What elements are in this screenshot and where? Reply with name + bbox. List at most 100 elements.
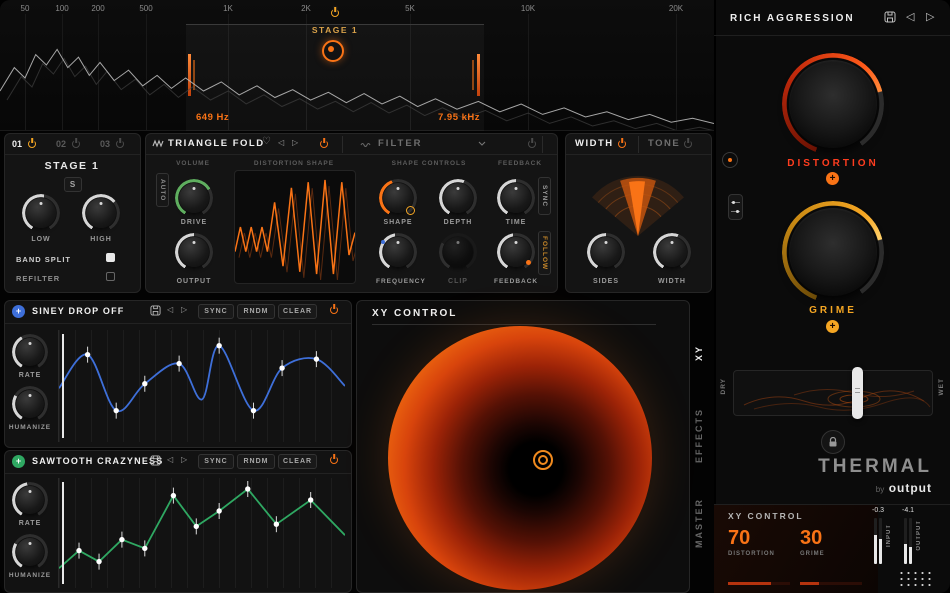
high-crossover-knob[interactable] (86, 198, 116, 228)
xy-heat-pad[interactable] (388, 326, 652, 590)
brand-line: by output (714, 479, 932, 497)
lfo1-save-icon[interactable] (150, 305, 161, 316)
distortion-macro-knob[interactable] (789, 60, 877, 148)
sides-label: SIDES (591, 278, 621, 285)
preset-next-icon[interactable]: ▷ (926, 10, 934, 23)
grime-macro-knob[interactable] (789, 208, 877, 296)
xy-cursor-inner-ring (538, 455, 548, 465)
lfo2-clear-button[interactable]: CLEAR (278, 454, 317, 469)
rail-tab-effects[interactable]: EFFECTS (694, 408, 704, 463)
lfo2-color-badge: + (12, 455, 25, 468)
clip-knob[interactable] (443, 237, 473, 267)
lfo2-name[interactable]: SAWTOOTH CRAZYNESS (32, 456, 163, 466)
sync-toggle[interactable]: SYNC (538, 177, 551, 215)
sides-knob[interactable] (591, 237, 621, 267)
stage-tab-02-power-icon[interactable] (72, 140, 80, 148)
filter-tab-label[interactable]: FILTER (378, 138, 423, 149)
stage-tab-03-power-icon[interactable] (116, 140, 124, 148)
xy-y-param-label: GRIME (800, 551, 825, 557)
lfo1-rate-knob[interactable] (16, 338, 44, 366)
width-tab[interactable]: WIDTH (575, 138, 614, 149)
preset-save-icon[interactable] (884, 11, 896, 23)
lock-button[interactable] (821, 430, 845, 454)
tone-tab[interactable]: TONE (648, 138, 680, 149)
distortion-macro-add-button[interactable]: + (826, 172, 839, 185)
resize-drag-handle-icon[interactable] (898, 570, 934, 588)
xy-x-value[interactable]: 70 (728, 527, 750, 550)
lfo2-sync-button[interactable]: SYNC (198, 454, 234, 469)
lfo2-rate-knob[interactable] (16, 486, 44, 514)
refilter-checkbox[interactable] (106, 272, 115, 281)
follow-toggle[interactable]: FOLLOW (538, 231, 551, 275)
sliders-icon[interactable] (728, 194, 743, 220)
distortion-power-icon[interactable] (320, 140, 328, 148)
lfo2-next-icon[interactable]: ▷ (181, 455, 187, 464)
lfo2-editor[interactable] (58, 478, 345, 588)
module-tab-divider (342, 136, 343, 153)
lfo2-humanize-knob[interactable] (16, 538, 44, 566)
drive-knob[interactable] (179, 183, 209, 213)
tone-power-icon[interactable] (684, 140, 692, 148)
lfo2-rndm-button[interactable]: RNDM (237, 454, 275, 469)
lfo1-editor[interactable] (58, 330, 345, 442)
xy-y-value[interactable]: 30 (800, 527, 822, 550)
distortion-macro-label: DISTORTION (773, 158, 893, 169)
grime-macro-add-button[interactable]: + (826, 320, 839, 333)
distortion-module-title[interactable]: TRIANGLE FOLD (168, 138, 265, 149)
lfo1-power-icon[interactable] (330, 306, 338, 314)
frequency-knob[interactable] (383, 237, 413, 267)
lfo1-clear-button[interactable]: CLEAR (278, 304, 317, 319)
lfo1-humanize-knob[interactable] (16, 390, 44, 418)
stage-tab-02[interactable]: 02 (56, 139, 66, 149)
stage-tab-03[interactable]: 03 (100, 139, 110, 149)
lfo2-power-icon[interactable] (330, 456, 338, 464)
next-shape-icon[interactable]: ▷ (292, 138, 298, 147)
xy-cursor-target[interactable] (533, 450, 553, 470)
lfo2-prev-icon[interactable]: ◁ (167, 455, 173, 464)
shape-label: SHAPE (383, 219, 413, 226)
refilter-label: REFILTER (16, 274, 60, 283)
width-power-icon[interactable] (618, 140, 626, 148)
macro-mod-source-icon[interactable] (722, 152, 738, 168)
width-label: WIDTH (657, 278, 687, 285)
dry-wet-handle[interactable] (852, 367, 863, 419)
bottom-xy-title: XY CONTROL (728, 511, 804, 521)
lfo1-rndm-button[interactable]: RNDM (237, 304, 275, 319)
filter-power-icon[interactable] (528, 140, 536, 148)
preset-name[interactable]: RICH AGGRESSION (730, 13, 855, 24)
stage-tab-01-power-icon[interactable] (28, 140, 36, 148)
lfo1-sync-button[interactable]: SYNC (198, 304, 234, 319)
stage-solo-button[interactable]: S (64, 177, 82, 192)
lfo1-next-icon[interactable]: ▷ (181, 305, 187, 314)
lfo1-humanize-label: HUMANIZE (8, 424, 52, 431)
module-tab-divider (542, 136, 543, 153)
chevron-down-icon[interactable] (478, 141, 486, 146)
xy-x-meter-track (728, 582, 790, 585)
low-crossover-knob[interactable] (26, 198, 56, 228)
rail-tab-xy[interactable]: XY (694, 345, 704, 361)
time-knob[interactable] (501, 183, 531, 213)
stage-title: STAGE 1 (24, 160, 120, 172)
width-fan-visualizer[interactable] (575, 156, 702, 240)
preset-prev-icon[interactable]: ◁ (906, 10, 914, 23)
shape-controls-label: SHAPE CONTROLS (368, 160, 490, 167)
lfo2-save-icon[interactable] (150, 455, 161, 466)
stage-tab-01[interactable]: 01 (12, 139, 22, 149)
dry-wet-slider[interactable] (733, 370, 933, 416)
rail-tab-master[interactable]: MASTER (694, 498, 704, 548)
sync-toggle-label: SYNC (541, 185, 548, 207)
lfo1-prev-icon[interactable]: ◁ (167, 305, 173, 314)
lfo1-name[interactable]: SINEY DROP OFF (32, 306, 124, 316)
auto-gain-toggle[interactable]: AUTO (156, 173, 169, 207)
lfo2-rate-label: RATE (14, 520, 46, 527)
favorite-heart-icon[interactable]: ♡ (262, 136, 271, 147)
dist-output-knob[interactable] (179, 237, 209, 267)
width-knob[interactable] (657, 237, 687, 267)
spectrum-analyzer: 50 100 200 500 1K 2K 5K 10K 20K STAGE 1 … (0, 0, 714, 131)
lock-icon (828, 437, 838, 448)
prev-shape-icon[interactable]: ◁ (278, 138, 284, 147)
output-meter-label: OUTPUT (916, 520, 922, 551)
depth-knob[interactable] (443, 183, 473, 213)
band-split-checkbox[interactable] (106, 253, 115, 262)
xy-control-title: XY CONTROL (372, 308, 457, 319)
